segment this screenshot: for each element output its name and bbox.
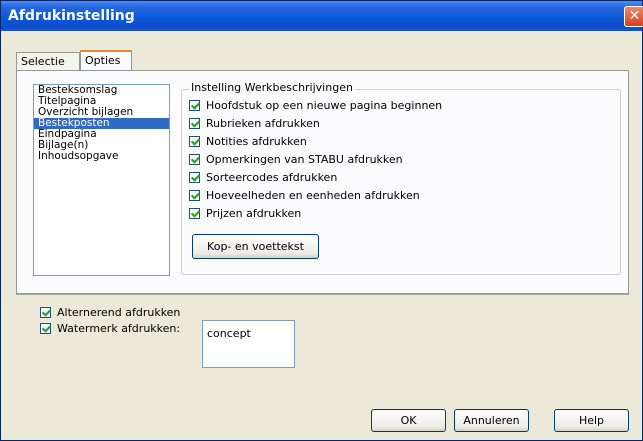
- ok-button[interactable]: OK: [371, 409, 446, 432]
- dialog-window: Afdrukinstelling ✕ Selectie Opties Beste…: [0, 0, 643, 441]
- watermark-input[interactable]: concept: [202, 320, 295, 368]
- checkbox-icon: [189, 118, 200, 129]
- option-label: Prijzen afdrukken: [206, 207, 302, 220]
- option-prijzen-checkbox[interactable]: Prijzen afdrukken: [189, 207, 301, 220]
- header-footer-button[interactable]: Kop- en voettekst: [192, 234, 319, 259]
- section-listbox[interactable]: Besteksomslag Titelpagina Overzicht bijl…: [33, 84, 170, 276]
- option-label: Rubrieken afdrukken: [206, 117, 320, 130]
- cancel-button[interactable]: Annuleren: [454, 409, 529, 432]
- separator: [16, 294, 629, 295]
- option-label: Opmerkingen van STABU afdrukken: [206, 153, 403, 166]
- option-label: Watermerk afdrukken:: [57, 322, 181, 335]
- option-opmerkingen-checkbox[interactable]: Opmerkingen van STABU afdrukken: [189, 153, 403, 166]
- checkbox-icon: [189, 190, 200, 201]
- option-hoeveelheden-checkbox[interactable]: Hoeveelheden en eenheden afdrukken: [189, 189, 420, 202]
- group-legend: Instelling Werkbeschrijvingen: [189, 81, 355, 94]
- tab-selectie[interactable]: Selectie: [16, 52, 80, 71]
- option-sorteercodes-checkbox[interactable]: Sorteercodes afdrukken: [189, 171, 337, 184]
- checkbox-icon: [189, 172, 200, 183]
- title-bar[interactable]: Afdrukinstelling ✕: [1, 1, 643, 31]
- list-item[interactable]: Inhoudsopgave: [34, 151, 169, 162]
- option-label: Notities afdrukken: [206, 135, 307, 148]
- checkbox-icon: [40, 323, 51, 334]
- window-title: Afdrukinstelling: [8, 8, 135, 24]
- option-label: Sorteercodes afdrukken: [206, 171, 338, 184]
- close-button[interactable]: ✕: [624, 6, 643, 27]
- option-notities-checkbox[interactable]: Notities afdrukken: [189, 135, 307, 148]
- checkbox-icon: [40, 307, 51, 318]
- option-hoofdstuk-checkbox[interactable]: Hoofdstuk op een nieuwe pagina beginnen: [189, 99, 442, 112]
- tab-selectie-label: Selectie: [21, 55, 65, 68]
- checkbox-icon: [189, 136, 200, 147]
- option-label: Hoeveelheden en eenheden afdrukken: [206, 189, 420, 202]
- tab-opties-label: Opties: [85, 54, 121, 67]
- watermerk-checkbox[interactable]: Watermerk afdrukken:: [40, 322, 180, 335]
- close-icon: ✕: [628, 8, 641, 24]
- checkbox-icon: [189, 154, 200, 165]
- alternerend-checkbox[interactable]: Alternerend afdrukken: [40, 306, 180, 319]
- option-label: Alternerend afdrukken: [57, 306, 181, 319]
- help-button[interactable]: Help: [554, 409, 629, 432]
- option-label: Hoofdstuk op een nieuwe pagina beginnen: [206, 99, 443, 112]
- option-rubrieken-checkbox[interactable]: Rubrieken afdrukken: [189, 117, 320, 130]
- checkbox-icon: [189, 208, 200, 219]
- checkbox-icon: [189, 100, 200, 111]
- tab-opties[interactable]: Opties: [80, 50, 132, 71]
